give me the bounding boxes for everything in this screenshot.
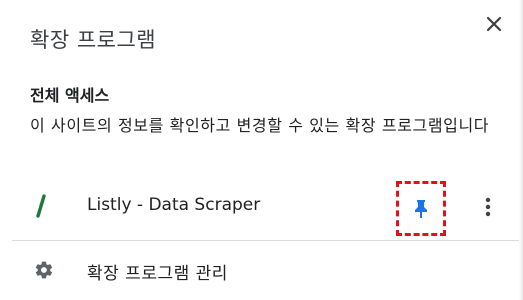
manage-extensions-button[interactable]: 확장 프로그램 관리	[0, 250, 523, 292]
popup-title: 확장 프로그램	[30, 28, 157, 52]
extensions-popup: 확장 프로그램 전체 액세스 이 사이트의 정보를 확인하고 변경할 수 있는 …	[0, 0, 523, 300]
extension-name: Listly - Data Scraper	[87, 195, 261, 215]
manage-extensions-label: 확장 프로그램 관리	[87, 264, 228, 284]
divider	[12, 240, 523, 241]
listly-logo-icon	[36, 194, 46, 218]
full-access-description: 이 사이트의 정보를 확인하고 변경할 수 있는 확장 프로그램입니다	[30, 116, 490, 135]
gear-icon	[35, 261, 53, 279]
window-edge	[519, 0, 523, 300]
close-icon	[486, 16, 502, 32]
pin-icon	[415, 199, 427, 218]
close-button[interactable]	[481, 11, 507, 37]
pin-button[interactable]	[396, 181, 446, 236]
full-access-heading: 전체 액세스	[30, 86, 110, 105]
more-vert-icon	[485, 197, 491, 217]
more-options-button[interactable]	[476, 194, 500, 220]
extension-row-listly[interactable]: Listly - Data Scraper	[0, 181, 523, 236]
